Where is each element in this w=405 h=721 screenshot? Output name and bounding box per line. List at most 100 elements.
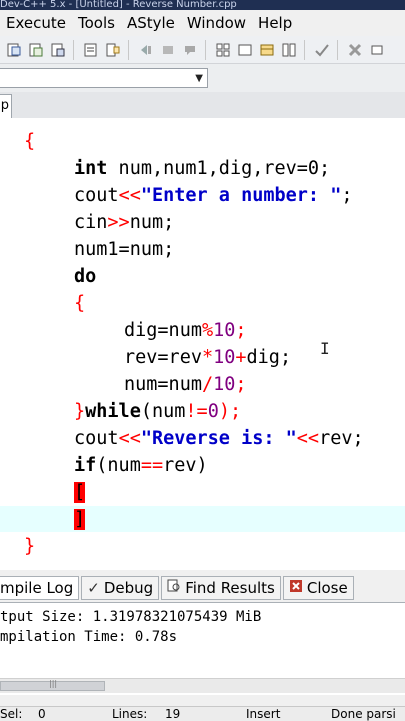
code-line: num1=num; xyxy=(74,236,174,263)
rebuild-icon[interactable] xyxy=(81,40,101,60)
code-text: dig; xyxy=(246,347,292,368)
code-text: rev=rev xyxy=(124,347,202,368)
tab-debug[interactable]: ✓ Debug xyxy=(81,576,160,600)
log-line: mpilation Time: 0.78s xyxy=(0,629,178,645)
menu-tools[interactable]: Tools xyxy=(72,14,121,32)
bottom-tabs: mpile Log ✓ Debug Find Results Close xyxy=(0,576,356,602)
code-text: ; xyxy=(235,320,247,341)
grid-icon[interactable] xyxy=(213,40,233,60)
code-line: cin>>num; xyxy=(74,209,174,236)
number-literal: 10 xyxy=(213,320,236,341)
code-text: num,num1,dig,rev=0; xyxy=(107,158,331,179)
file-tab-label: p xyxy=(0,98,9,113)
brace: { xyxy=(24,131,36,152)
bracket-match: [ xyxy=(74,482,86,503)
class-dropdown[interactable]: ▼ xyxy=(0,68,208,88)
code-line: rev=rev*10+dig; xyxy=(124,344,291,371)
run-icon[interactable] xyxy=(26,40,46,60)
operator: << xyxy=(118,428,141,449)
operator: / xyxy=(201,374,214,395)
check-icon: ✓ xyxy=(87,579,100,597)
code-text: (num xyxy=(96,455,141,476)
indent-icon[interactable] xyxy=(136,40,156,60)
menu-window[interactable]: Window xyxy=(181,14,252,32)
find-icon xyxy=(167,577,181,599)
code-text: ; xyxy=(341,185,353,206)
bottom-panel: mpile Log ✓ Debug Find Results Close tput… xyxy=(0,570,405,720)
code-line: cout<<"Enter a number: "; xyxy=(74,182,352,209)
code-text: num1=num; xyxy=(74,239,175,260)
code-text: cout xyxy=(74,428,119,449)
keyword: while xyxy=(85,401,141,422)
compile-run-icon[interactable] xyxy=(48,40,68,60)
tab-close[interactable]: Close xyxy=(282,576,354,600)
brace: { xyxy=(74,293,86,314)
tile-icon[interactable] xyxy=(279,40,299,60)
tab-find-results[interactable]: Find Results xyxy=(161,576,281,600)
tab-label: Close xyxy=(306,579,348,597)
toggle-icon[interactable] xyxy=(367,40,387,60)
code-editor[interactable]: I { int num,num1,dig,rev=0; cout<<"Enter… xyxy=(0,118,405,570)
comment-icon[interactable] xyxy=(180,40,200,60)
menu-astyle[interactable]: AStyle xyxy=(121,14,181,32)
code-line: { xyxy=(74,290,85,317)
window-title-bar: Dev-C++ 5.x - [Untitled] - Reverse Numbe… xyxy=(0,0,405,10)
lines-value: 19 xyxy=(165,707,181,721)
code-line: num=num/10; xyxy=(124,371,247,398)
code-line: int num,num1,dig,rev=0; xyxy=(74,155,330,182)
menu-execute[interactable]: Execute xyxy=(0,14,72,32)
project-icon[interactable] xyxy=(103,40,123,60)
layout-icon[interactable] xyxy=(257,40,277,60)
stop-icon[interactable] xyxy=(345,40,365,60)
tab-compile-log[interactable]: mpile Log xyxy=(0,576,80,600)
menu-help[interactable]: Help xyxy=(252,14,298,32)
toolbar xyxy=(0,36,405,64)
code-line: { xyxy=(24,128,35,155)
string-literal: "Reverse is: " xyxy=(140,428,297,449)
horizontal-scrollbar[interactable]: ||| xyxy=(0,678,405,693)
brace: } xyxy=(74,401,86,422)
unindent-icon[interactable] xyxy=(158,40,178,60)
number-literal: 0 xyxy=(207,401,219,422)
compile-icon[interactable] xyxy=(4,40,24,60)
bracket-match: ] xyxy=(74,509,86,530)
toolbar-separator xyxy=(337,39,340,60)
toolbar-select-row: ▼ xyxy=(0,64,405,92)
brace: } xyxy=(24,536,36,557)
tab-label: Find Results xyxy=(185,579,275,597)
window-icon[interactable] xyxy=(235,40,255,60)
keyword: int xyxy=(74,158,108,179)
operator: == xyxy=(140,455,164,476)
code-line: } xyxy=(24,533,35,560)
operator: << xyxy=(118,185,141,206)
check-syntax-icon[interactable] xyxy=(312,40,332,60)
mouse-ibeam-icon: I xyxy=(320,339,330,358)
operator: << xyxy=(296,428,320,449)
log-line: tput Size: 1.31978321075439 MiB xyxy=(0,609,262,625)
code-line: }while(num!=0); xyxy=(74,398,241,425)
code-line: [ xyxy=(74,479,86,506)
code-text: cout xyxy=(74,185,119,206)
sel-value: 0 xyxy=(38,707,46,721)
close-icon xyxy=(289,577,303,599)
code-text: rev) xyxy=(163,455,208,476)
status-bar: Sel: 0 Lines: 19 Insert Done parsi xyxy=(0,706,405,721)
tab-label: mpile Log xyxy=(0,579,74,597)
operator: != xyxy=(185,401,208,422)
keyword: do xyxy=(74,266,97,287)
sel-label: Sel: xyxy=(0,707,23,721)
code-line: dig=num%10; xyxy=(124,317,247,344)
operator: * xyxy=(201,347,214,368)
code-text: ); xyxy=(218,401,242,422)
current-line-highlight xyxy=(0,506,405,532)
menu-bar: Execute Tools AStyle Window Help xyxy=(0,10,405,36)
editor-tab-strip: p xyxy=(0,92,405,119)
toolbar-separator xyxy=(128,39,131,60)
toolbar-separator xyxy=(304,39,307,60)
file-tab[interactable]: p xyxy=(0,94,12,118)
scrollbar-thumb[interactable]: ||| xyxy=(0,679,105,691)
status-message: Done parsi xyxy=(331,707,396,721)
keyword: if xyxy=(74,455,97,476)
lines-label: Lines: xyxy=(112,707,148,721)
code-line: cout<<"Reverse is: "<<rev; xyxy=(74,425,364,452)
